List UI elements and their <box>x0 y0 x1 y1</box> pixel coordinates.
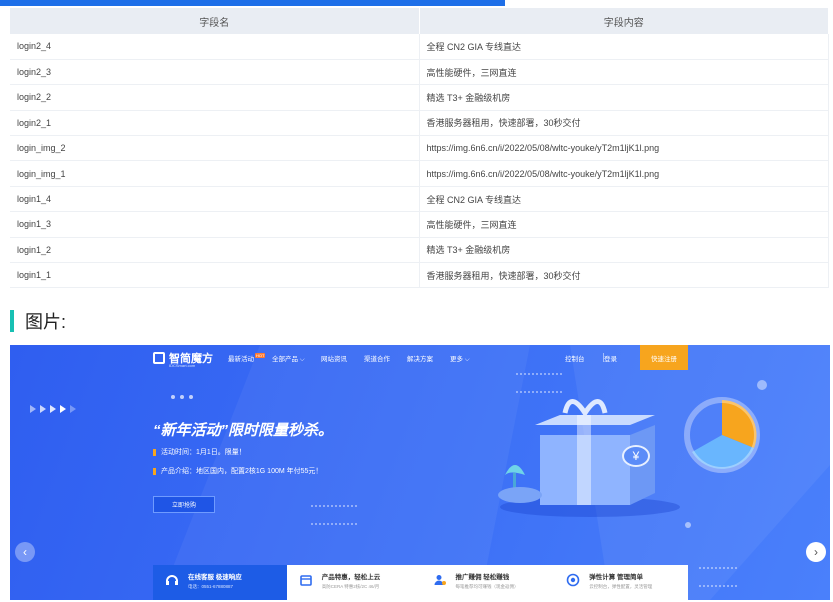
column-header-field-content: 字段内容 <box>419 8 829 34</box>
feature-title: 弹性计算 管理简单 <box>589 574 644 581</box>
nav-item-products[interactable]: 全部产品 ⌵ <box>272 353 305 364</box>
nav-item-more[interactable]: 更多 ⌵ <box>450 353 470 364</box>
dot-pattern <box>698 557 738 593</box>
bullet-marker <box>153 467 156 475</box>
feature-desc: 高防CERA 特惠2核/2C 46/月 <box>321 584 380 589</box>
field-content-cell: https://img.6n6.cn/i/2022/05/08/wltc-you… <box>419 160 829 187</box>
logo-subtext: IDCSmart.com <box>169 363 196 368</box>
feature-item[interactable]: 弹性计算 管理简单 云控制台，弹性配置，灵活管理 <box>554 565 688 600</box>
site-logo[interactable]: 智简魔方 IDCSmart.com <box>153 350 213 368</box>
promo-time-line: 活动时间：1月1日。限量！ <box>153 447 246 457</box>
table-row: login2_2 精选 T3+ 金融级机房 <box>10 84 829 111</box>
chevron-left-icon: ‹ <box>23 545 27 559</box>
banner-nav-bar: 智简魔方 IDCSmart.com 最新活动HOT 全部产品 ⌵ 网站资讯 渠道… <box>10 345 830 370</box>
carousel-next-button[interactable]: › <box>806 542 826 562</box>
table-row: login_img_1 https://img.6n6.cn/i/2022/05… <box>10 160 829 187</box>
promo-banner-image: ¥ 智简魔方 IDCSmart.com 最新活动HOT 全部产品 ⌵ 网站资讯 … <box>10 345 830 600</box>
promo-product-line: 产品介绍：地区国内，配置2核1G 100M 年付55元！ <box>153 466 322 476</box>
buy-now-button[interactable]: 立即抢购 <box>153 496 215 513</box>
feature-item[interactable]: 推广赚佣 轻松赚钱 每笔推荐均可赚钱（现金返佣） <box>421 565 555 600</box>
table-row: login_img_2 https://img.6n6.cn/i/2022/05… <box>10 135 829 162</box>
field-content-cell: 香港服务器租用，快速部署，30秒交付 <box>419 262 829 289</box>
table-row: login2_1 香港服务器租用，快速部署，30秒交付 <box>10 110 829 137</box>
nav-item-partner[interactable]: 渠道合作 <box>364 353 390 363</box>
cart-icon <box>297 571 315 589</box>
feature-desc: 电话：0551-67880887 <box>188 584 234 589</box>
field-content-cell: 香港服务器租用，快速部署，30秒交付 <box>419 110 829 137</box>
coin-icon: ¥ <box>622 445 650 467</box>
nav-item-solution[interactable]: 解决方案 <box>407 353 433 363</box>
feature-desc: 云控制台，弹性配置，灵活管理 <box>589 584 653 589</box>
table-row: login1_4 全程 CN2 GIA 专线直达 <box>10 186 829 213</box>
image-section-heading: 图片: <box>10 309 66 333</box>
feature-title: 在线客服 极速响应 <box>188 574 242 581</box>
table-row: login1_1 香港服务器租用，快速部署，30秒交付 <box>10 262 829 289</box>
field-name-cell: login2_1 <box>10 110 420 137</box>
field-content-cell: 高性能硬件，三网直连 <box>419 59 829 86</box>
field-name-cell: login_img_2 <box>10 135 420 162</box>
top-highlight-strip <box>0 0 505 6</box>
nav-item-activity-label: 最新活动 <box>228 356 254 363</box>
section-accent-bar <box>10 310 14 332</box>
field-name-cell: login1_1 <box>10 262 420 289</box>
section-title: 图片: <box>25 312 67 332</box>
column-header-field-name: 字段名 <box>10 8 420 34</box>
field-name-cell: login2_2 <box>10 84 420 111</box>
user-share-icon <box>431 571 449 589</box>
bullet-marker <box>153 448 156 456</box>
field-name-cell: login2_3 <box>10 59 420 86</box>
feature-title: 推广赚佣 轻松赚钱 <box>455 574 510 581</box>
field-content-cell: 全程 CN2 GIA 专线直达 <box>419 186 829 213</box>
nav-item-news[interactable]: 网站资讯 <box>321 353 347 363</box>
field-content-cell: 高性能硬件，三网直连 <box>419 211 829 238</box>
register-button[interactable]: 快速注册 <box>640 345 688 370</box>
feature-item[interactable]: 产品特惠，轻松上云 高防CERA 特惠2核/2C 46/月 <box>287 565 421 600</box>
table-row: login1_2 精选 T3+ 金融级机房 <box>10 237 829 264</box>
nav-item-console[interactable]: 控制台 <box>565 353 585 363</box>
compute-icon <box>564 571 582 589</box>
field-content-cell: 全程 CN2 GIA 专线直达 <box>419 34 829 60</box>
feature-title: 产品特惠，轻松上云 <box>321 574 381 581</box>
promo-headline: “新年活动”限时限量秒杀。 <box>153 422 334 439</box>
feature-desc: 每笔推荐均可赚钱（现金返佣） <box>455 584 519 589</box>
logo-mark-icon <box>153 352 165 364</box>
pie-graphic-illustration <box>684 397 760 473</box>
dot-pattern <box>310 495 360 531</box>
feature-bar: 在线客服 极速响应 电话：0551-67880887 产品特惠，轻松上云 高防C… <box>153 565 688 600</box>
dot-pattern <box>515 363 565 399</box>
table-row: login1_3 高性能硬件，三网直连 <box>10 211 829 238</box>
hot-badge: HOT <box>255 353 266 358</box>
field-content-cell: 精选 T3+ 金融级机房 <box>419 237 829 264</box>
promo-time-text: 活动时间：1月1日。限量！ <box>161 449 246 456</box>
field-name-cell: login2_4 <box>10 34 420 60</box>
chevron-right-icon: › <box>814 545 818 559</box>
table-header-row: 字段名 字段内容 <box>10 8 829 34</box>
field-table: 字段名 字段内容 login2_4 全程 CN2 GIA 专线直达 login2… <box>10 8 829 289</box>
promo-product-text: 产品介绍：地区国内，配置2核1G 100M 年付55元！ <box>161 468 323 475</box>
field-content-cell: 精选 T3+ 金融级机房 <box>419 84 829 111</box>
feature-item[interactable]: 在线客服 极速响应 电话：0551-67880887 <box>153 565 287 600</box>
field-name-cell: login_img_1 <box>10 160 420 187</box>
field-name-cell: login1_3 <box>10 211 420 238</box>
field-name-cell: login1_2 <box>10 237 420 264</box>
login-link[interactable]: 登录 <box>604 353 617 363</box>
table-row: login2_4 全程 CN2 GIA 专线直达 <box>10 34 829 60</box>
headset-icon <box>163 571 181 589</box>
field-content-cell: https://img.6n6.cn/i/2022/05/08/wltc-you… <box>419 135 829 162</box>
field-name-cell: login1_4 <box>10 186 420 213</box>
carousel-prev-button[interactable]: ‹ <box>15 542 35 562</box>
gift-box-illustration <box>498 399 680 517</box>
table-row: login2_3 高性能硬件，三网直连 <box>10 59 829 86</box>
nav-item-activity[interactable]: 最新活动HOT <box>228 353 266 363</box>
